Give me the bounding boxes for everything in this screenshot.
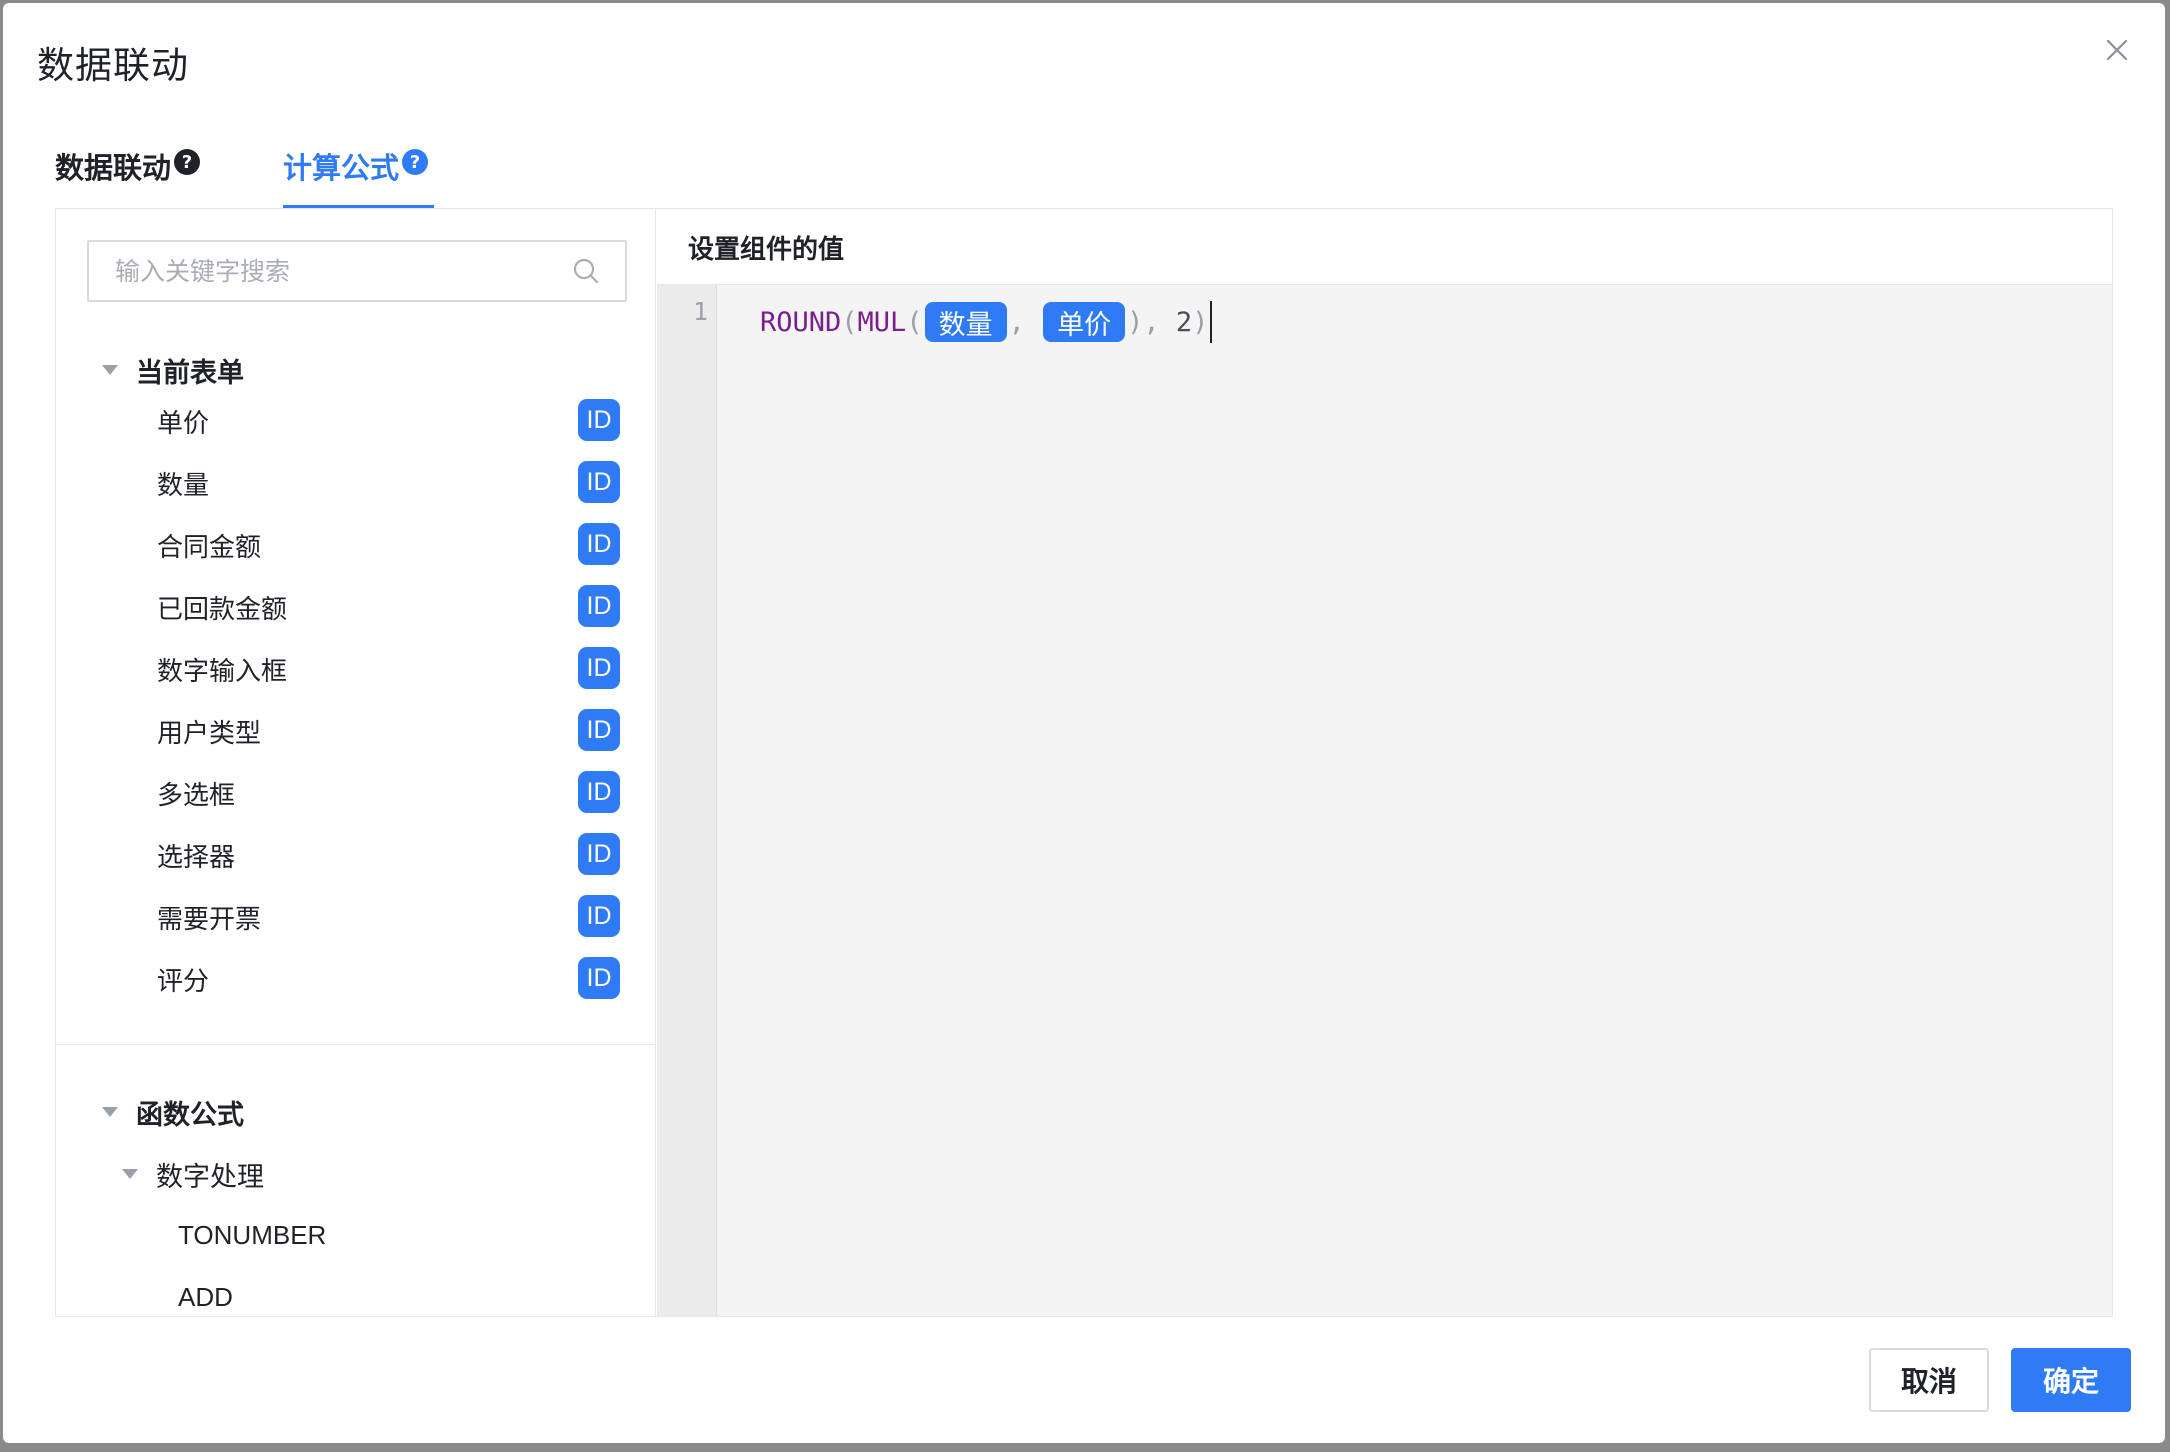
- field-item[interactable]: 数量 ID: [56, 455, 655, 511]
- field-label: 需要开票: [157, 905, 262, 935]
- formula-editor-frame: 当前表单 单价 ID 数量 ID 合同金额 ID 已回款金额 ID 数字输入框 …: [55, 208, 2113, 1317]
- caret-down-icon: [102, 1107, 118, 1117]
- id-badge: ID: [578, 709, 620, 751]
- tab-data-linkage[interactable]: 数据联动 ?: [55, 133, 201, 209]
- id-badge: ID: [578, 957, 620, 999]
- field-function-panel: 当前表单 单价 ID 数量 ID 合同金额 ID 已回款金额 ID 数字输入框 …: [56, 209, 656, 1316]
- caret-down-icon: [102, 365, 118, 375]
- id-badge: ID: [578, 771, 620, 813]
- token-number: 2: [1175, 306, 1193, 338]
- id-badge: ID: [578, 895, 620, 937]
- tree-group-label: 函数公式: [136, 1099, 244, 1131]
- formula-code-editor[interactable]: 1 ROUND(MUL(数量, 单价), 2): [657, 285, 2112, 1316]
- cancel-button[interactable]: 取消: [1869, 1348, 1989, 1412]
- function-item-tonumber[interactable]: TONUMBER: [178, 1220, 326, 1251]
- tree-subgroup-number[interactable]: 数字处理: [122, 1154, 264, 1194]
- field-token-chip[interactable]: 数量: [924, 302, 1007, 342]
- token-paren: ): [1192, 306, 1209, 338]
- token-paren: (: [906, 306, 923, 338]
- question-circle-icon[interactable]: ?: [174, 149, 201, 175]
- close-button[interactable]: [2100, 33, 2134, 67]
- field-item[interactable]: 选择器 ID: [56, 827, 655, 883]
- field-item[interactable]: 需要开票 ID: [56, 889, 655, 945]
- code-line[interactable]: ROUND(MUL(数量, 单价), 2): [760, 299, 1213, 345]
- id-badge: ID: [578, 833, 620, 875]
- field-item[interactable]: 用户类型 ID: [56, 703, 655, 759]
- token-paren: ): [1127, 306, 1144, 338]
- formula-panel: 设置组件的值 1 ROUND(MUL(数量, 单价), 2): [657, 209, 2112, 1316]
- id-badge: ID: [578, 399, 620, 441]
- token-paren: (: [841, 306, 858, 338]
- field-label: 用户类型: [157, 719, 262, 749]
- search-icon[interactable]: [571, 256, 601, 286]
- data-linkage-dialog: 数据联动 数据联动 ? 计算公式 ? 输入关键字搜索 当前表单 单价 ID 数量…: [3, 3, 2165, 1443]
- text-cursor: [1210, 301, 1213, 343]
- id-badge: ID: [578, 585, 620, 627]
- field-label: 数量: [157, 471, 210, 501]
- field-item[interactable]: 单价 ID: [56, 393, 655, 449]
- confirm-button[interactable]: 确定: [2011, 1348, 2131, 1412]
- token-comma: ,: [1143, 306, 1176, 338]
- id-badge: ID: [578, 461, 620, 503]
- field-item[interactable]: 合同金额 ID: [56, 517, 655, 573]
- field-label: 选择器: [157, 843, 236, 873]
- formula-header: 设置组件的值: [657, 209, 2112, 285]
- id-badge: ID: [578, 523, 620, 565]
- token-function: ROUND: [760, 306, 842, 338]
- search-input[interactable]: [113, 242, 553, 300]
- question-circle-icon[interactable]: ?: [402, 149, 429, 175]
- field-label: 合同金额: [157, 533, 262, 563]
- field-item[interactable]: 多选框 ID: [56, 765, 655, 821]
- section-divider: [56, 1044, 655, 1045]
- token-comma: ,: [1008, 306, 1042, 338]
- field-item[interactable]: 数字输入框 ID: [56, 641, 655, 697]
- field-label: 已回款金额: [157, 595, 288, 625]
- field-label: 数字输入框: [157, 657, 288, 687]
- tab-label: 计算公式: [283, 151, 400, 185]
- field-label: 多选框: [157, 781, 236, 811]
- tree-group-current-form[interactable]: 当前表单: [102, 350, 244, 390]
- field-item[interactable]: 已回款金额 ID: [56, 579, 655, 635]
- formula-header-label: 设置组件的值: [688, 235, 845, 265]
- tab-label: 数据联动: [55, 151, 172, 185]
- tab-calc-formula[interactable]: 计算公式 ?: [283, 133, 435, 209]
- field-label: 单价: [157, 409, 210, 439]
- tree-group-label: 当前表单: [136, 357, 244, 389]
- field-item[interactable]: 评分 ID: [56, 951, 655, 1007]
- function-item-add[interactable]: ADD: [178, 1282, 233, 1313]
- tree-group-functions[interactable]: 函数公式: [102, 1092, 244, 1132]
- tree-subgroup-label: 数字处理: [156, 1161, 264, 1193]
- close-icon: [2106, 39, 2128, 61]
- line-number: 1: [692, 297, 708, 326]
- token-function: MUL: [857, 306, 907, 338]
- search-box: [87, 240, 627, 302]
- editor-gutter: 1: [657, 285, 717, 1316]
- caret-down-icon: [122, 1169, 138, 1179]
- field-label: 评分: [157, 967, 210, 997]
- field-token-chip[interactable]: 单价: [1043, 302, 1126, 342]
- id-badge: ID: [578, 647, 620, 689]
- dialog-title: 数据联动: [37, 44, 189, 87]
